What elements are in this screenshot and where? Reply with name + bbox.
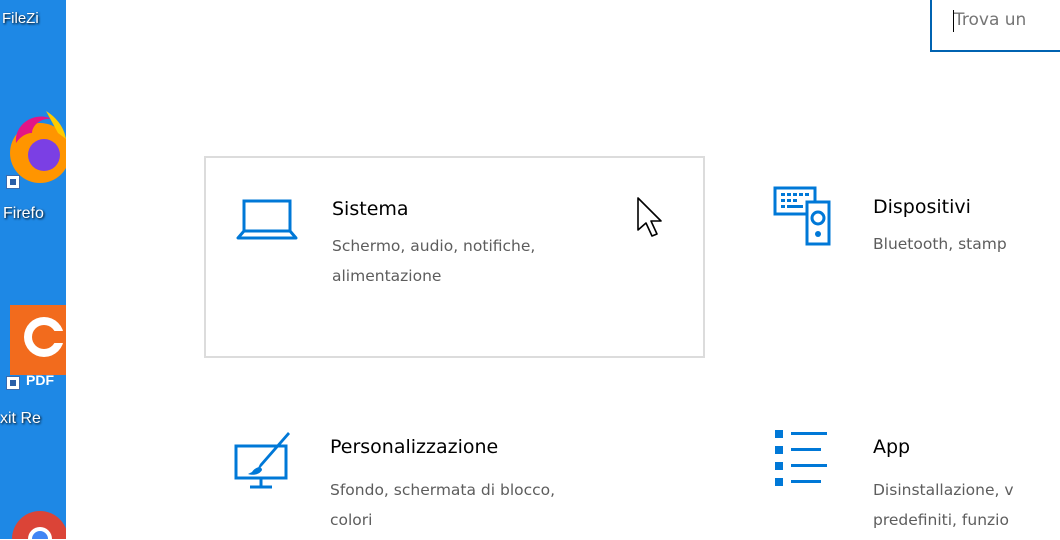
tile-app[interactable]: App Disinstallazione, v predefiniti, fun… xyxy=(745,400,1060,540)
pdf-badge: PDF xyxy=(26,372,54,388)
search-input[interactable] xyxy=(954,10,1060,30)
foxit-reader-icon[interactable] xyxy=(10,305,66,375)
tile-description-line: Bluetooth, stamp xyxy=(873,235,1007,253)
tile-title: App xyxy=(873,436,911,458)
personalization-icon xyxy=(234,432,290,489)
mouse-pointer-icon xyxy=(637,197,662,237)
tile-title: Sistema xyxy=(332,198,409,220)
search-box[interactable] xyxy=(930,0,1060,52)
tile-description-line: Sfondo, schermata di blocco, xyxy=(330,481,556,499)
shortcut-arrow-icon xyxy=(6,376,20,390)
tile-description-line: predefiniti, funzio xyxy=(873,511,1009,529)
tile-description-line: Disinstallazione, v xyxy=(873,481,1014,499)
tile-personalizzazione[interactable]: Personalizzazione Sfondo, schermata di b… xyxy=(204,400,705,540)
tile-sistema[interactable]: Sistema Schermo, audio, notifiche, alime… xyxy=(204,156,705,358)
tile-dispositivi[interactable]: Dispositivi Bluetooth, stamp xyxy=(745,156,1060,358)
desktop-strip: FileZi Firefo PDF xit Re xyxy=(0,0,66,539)
tile-description-line: alimentazione xyxy=(332,267,442,285)
tile-title: Dispositivi xyxy=(873,196,971,218)
tile-description: Sfondo, schermata di blocco, colori xyxy=(330,475,555,535)
shortcut-arrow-icon xyxy=(6,175,20,189)
desktop-item-label[interactable]: xit Re xyxy=(0,410,41,428)
tile-description: Schermo, audio, notifiche, alimentazione xyxy=(332,231,535,291)
desktop-item-label[interactable]: FileZi xyxy=(2,10,39,27)
devices-icon xyxy=(773,186,831,246)
tile-title: Personalizzazione xyxy=(330,436,499,458)
apps-icon xyxy=(775,430,827,486)
tile-description-line: colori xyxy=(330,511,373,529)
tile-description: Bluetooth, stamp xyxy=(873,229,1007,259)
desktop-item-label[interactable]: Firefo xyxy=(3,205,44,223)
tile-description: Disinstallazione, v predefiniti, funzio xyxy=(873,475,1014,535)
laptop-icon xyxy=(236,199,298,240)
chrome-icon[interactable] xyxy=(10,505,66,539)
tile-description-line: Schermo, audio, notifiche, xyxy=(332,237,536,255)
